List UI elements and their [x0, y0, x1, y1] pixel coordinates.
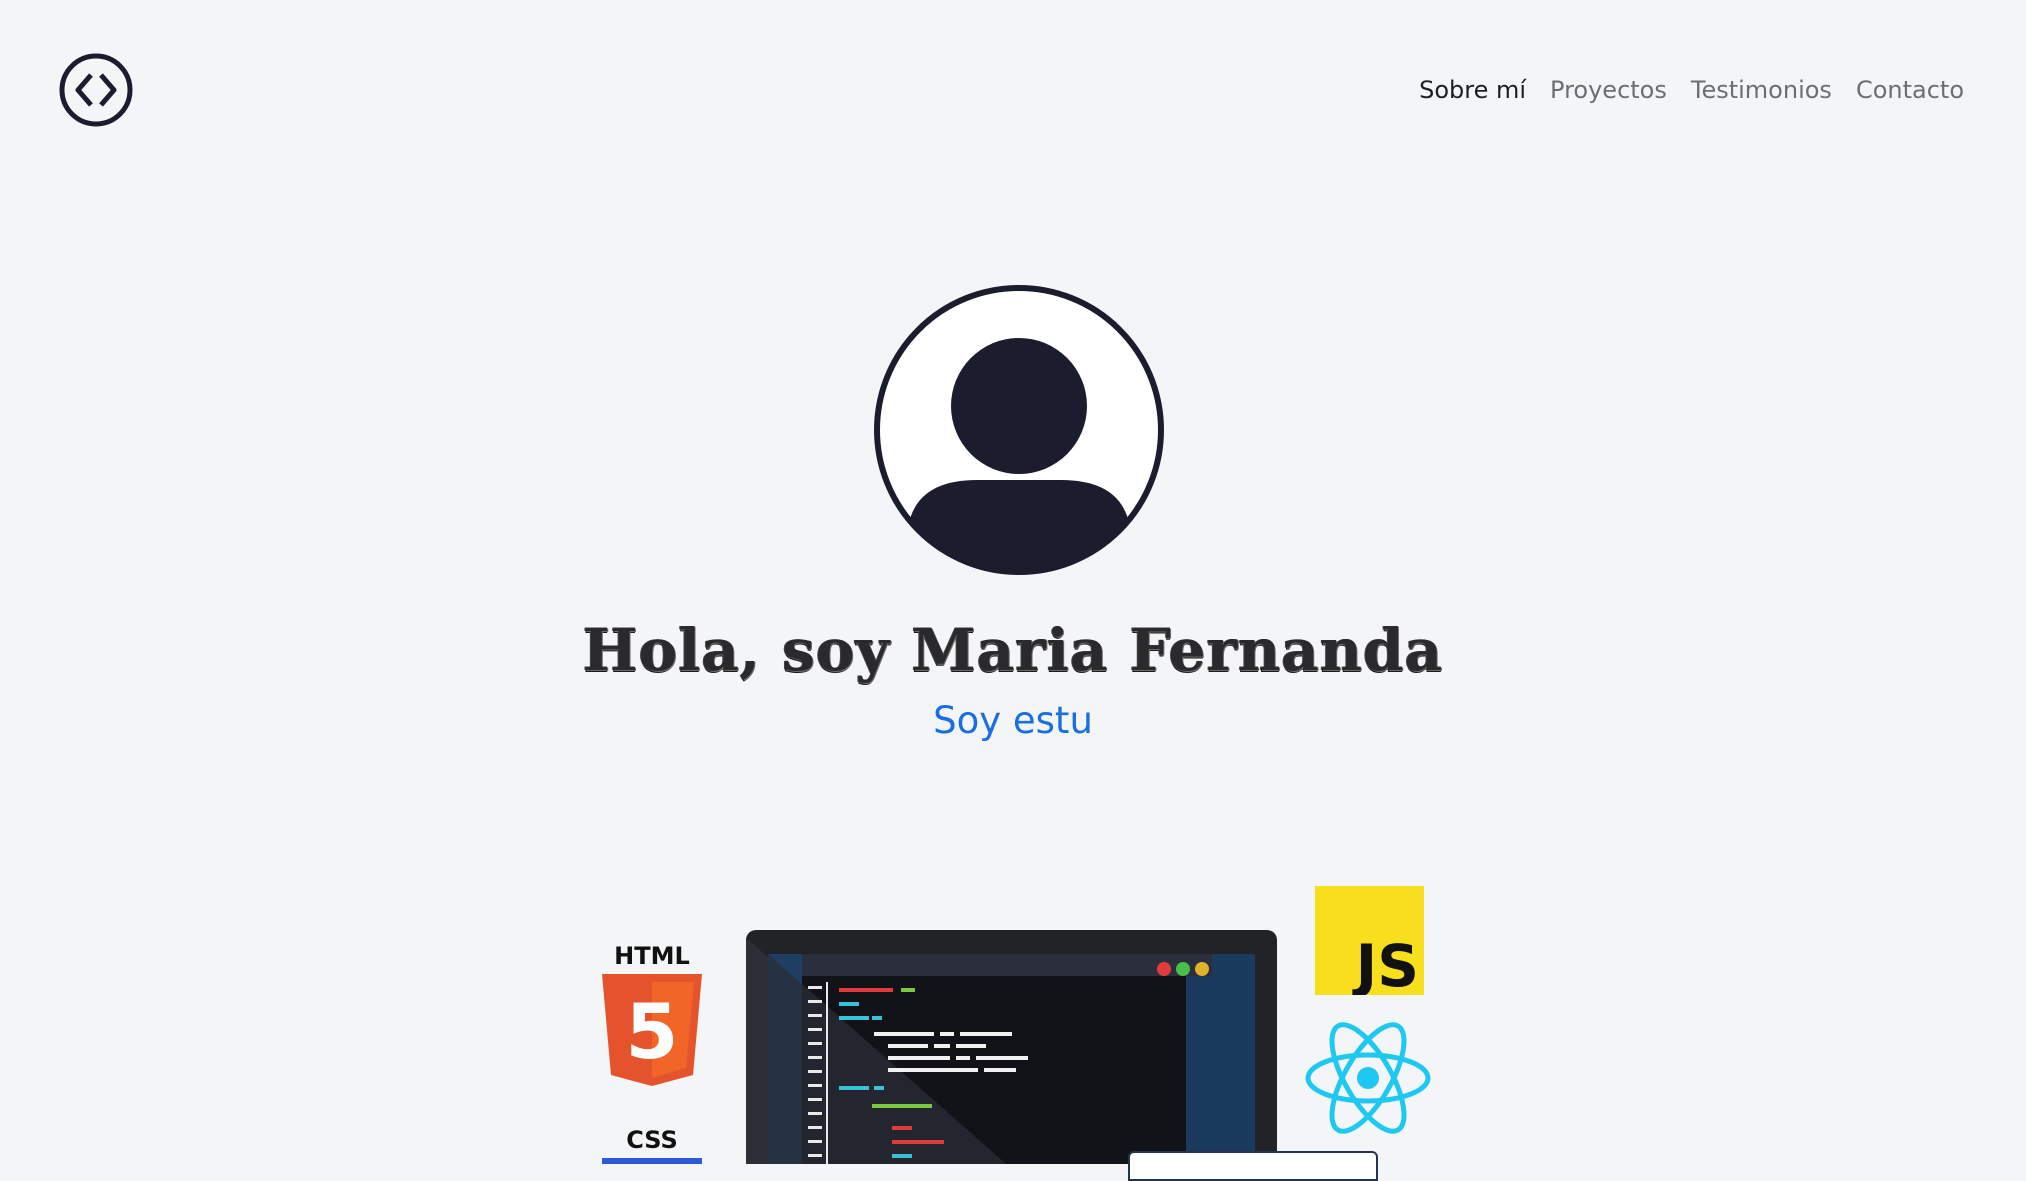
tech-illustration: HTML 5 CSS JS	[0, 0, 2026, 1181]
nav-contacto[interactable]: Contacto	[1856, 74, 1964, 106]
nav-proyectos[interactable]: Proyectos	[1550, 74, 1667, 106]
html5-icon: HTML 5	[602, 942, 702, 1086]
hero-title: Hola, soy Maria Fernanda	[582, 616, 1444, 684]
logo-icon[interactable]	[58, 52, 134, 128]
code-popup-window	[1128, 1151, 1378, 1181]
js-label: JS	[1352, 932, 1419, 995]
laptop-code-icon	[746, 930, 1277, 1164]
css3-icon: CSS	[602, 1126, 702, 1164]
hero-subtitle: Soy estu	[933, 699, 1093, 742]
html-digit: 5	[626, 987, 679, 1076]
react-icon	[1305, 1022, 1431, 1134]
user-avatar-icon	[874, 285, 1164, 575]
main-nav: Sobre mí Proyectos Testimonios Contacto	[1419, 74, 1964, 106]
html-label: HTML	[614, 942, 690, 970]
nav-sobre-mi[interactable]: Sobre mí	[1419, 74, 1526, 106]
nav-testimonios[interactable]: Testimonios	[1691, 74, 1832, 106]
javascript-icon: JS	[1315, 886, 1424, 995]
css-label: CSS	[626, 1126, 678, 1154]
